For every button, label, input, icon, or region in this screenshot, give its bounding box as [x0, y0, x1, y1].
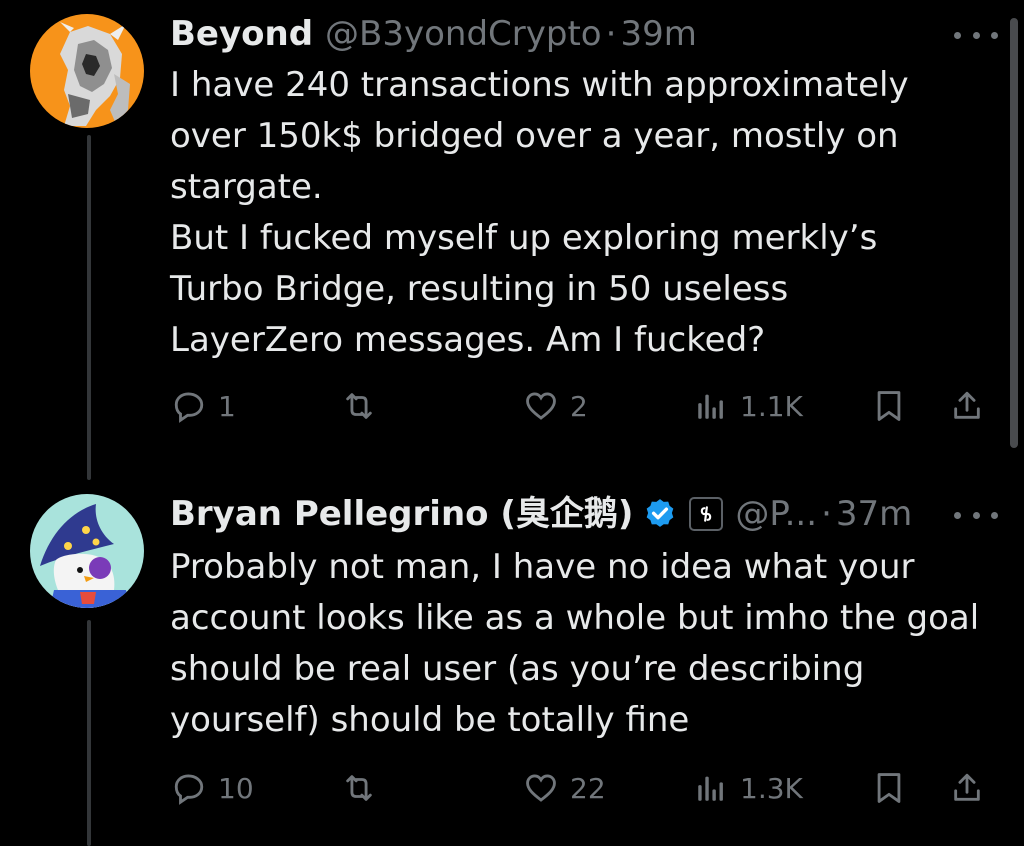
separator: · [821, 494, 832, 534]
bookmark-icon [877, 773, 901, 803]
timestamp[interactable]: 39m [620, 14, 696, 54]
views-icon [698, 776, 723, 801]
avatar[interactable] [30, 494, 144, 608]
repost-button[interactable] [342, 766, 388, 810]
reply-button[interactable]: 1 [172, 384, 236, 428]
reply-icon [174, 392, 204, 423]
tweet-text: Probably not man, I have no idea what yo… [170, 542, 980, 746]
share-icon [954, 391, 980, 419]
thread-line [87, 135, 91, 480]
tweet-actions: 10 22 1.3K [0, 766, 1024, 810]
separator: · [605, 14, 617, 54]
repost-button[interactable] [342, 384, 388, 428]
share-button[interactable] [950, 384, 984, 428]
reply-button[interactable]: 10 [172, 766, 254, 810]
tweet-header: Beyond @B3yondCrypto · 39m [170, 14, 697, 54]
verified-badge-icon[interactable] [643, 497, 677, 531]
scrollbar[interactable] [1010, 18, 1018, 448]
bookmark-icon [877, 391, 901, 421]
tweet-actions: 1 2 1.1K [0, 384, 1024, 428]
tweet-text: I have 240 transactions with approximate… [170, 60, 970, 366]
reply-count: 10 [218, 771, 254, 805]
like-count: 22 [570, 771, 606, 805]
display-name[interactable]: Beyond [170, 14, 313, 54]
wizard-penguin-icon [40, 504, 130, 608]
views-button[interactable]: 1.3K [694, 766, 803, 810]
user-handle[interactable]: @B3yondCrypto [325, 14, 602, 54]
bookmark-button[interactable] [872, 766, 906, 810]
layerzero-icon[interactable] [689, 497, 724, 531]
heart-icon [526, 774, 556, 802]
tweet-text-line: I have 240 transactions with approximate… [170, 65, 909, 207]
thread-line [87, 620, 91, 846]
view-count: 1.1K [740, 389, 803, 423]
more-options-icon[interactable] [954, 508, 998, 522]
view-count: 1.3K [740, 771, 803, 805]
views-button[interactable]: 1.1K [694, 384, 803, 428]
share-icon [954, 773, 980, 801]
reply-icon [174, 774, 204, 805]
dragon-knight-icon [60, 22, 130, 126]
timestamp[interactable]: 37m [836, 494, 912, 534]
avatar[interactable] [30, 14, 144, 128]
like-button[interactable]: 22 [524, 766, 606, 810]
tweet-header: Bryan Pellegrino (臭企鹅) @P... · 37m [170, 494, 912, 534]
tweet-text-line: Probably not man, I have no idea what yo… [170, 547, 980, 740]
like-count: 2 [570, 389, 588, 423]
like-button[interactable]: 2 [524, 384, 588, 428]
reply-count: 1 [218, 389, 236, 423]
share-button[interactable] [950, 766, 984, 810]
bookmark-button[interactable] [872, 384, 906, 428]
user-handle[interactable]: @P... [735, 494, 817, 534]
display-name[interactable]: Bryan Pellegrino (臭企鹅) [170, 494, 633, 534]
views-icon [698, 394, 723, 419]
repost-icon [346, 393, 372, 419]
repost-icon [346, 775, 372, 801]
heart-icon [526, 392, 556, 420]
more-options-icon[interactable] [954, 28, 998, 42]
tweet-text-line: But I fucked myself up exploring merkly’… [170, 218, 878, 360]
